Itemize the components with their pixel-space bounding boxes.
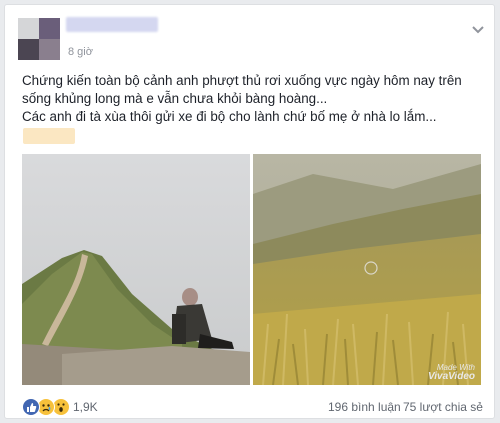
- author-name-redacted[interactable]: [66, 17, 158, 32]
- like-icon: [22, 398, 40, 416]
- avatar-pixel: [18, 18, 39, 39]
- avatar-pixel: [18, 39, 39, 60]
- video-watermark: Made With VivaVideo: [427, 363, 475, 382]
- post-photo-1[interactable]: [22, 154, 250, 385]
- avatar[interactable]: [18, 18, 60, 60]
- watermark-app-name: VivaVideo: [427, 371, 475, 382]
- post-timestamp[interactable]: 8 giờ: [68, 46, 93, 58]
- share-count-link[interactable]: 75 lượt chia sẻ: [403, 400, 483, 414]
- post-text: Chứng kiến toàn bộ cảnh anh phượt thủ rơ…: [22, 72, 484, 126]
- reaction-count[interactable]: 1,9K: [73, 400, 98, 414]
- redacted-tag: [23, 128, 75, 144]
- comment-count-link[interactable]: 196 bình luận: [328, 400, 401, 414]
- post-card: 8 giờ Chứng kiến toàn bộ cảnh anh phượt …: [4, 4, 495, 419]
- post-text-line: Chứng kiến toàn bộ cảnh anh phượt thủ rơ…: [22, 73, 462, 88]
- chevron-down-icon[interactable]: [472, 21, 484, 39]
- post-photo-2[interactable]: Made With VivaVideo: [253, 154, 481, 385]
- post-text-line: sống khủng long mà e vẫn chưa khỏi bàng …: [22, 91, 328, 106]
- avatar-pixel: [39, 39, 60, 60]
- post-text-line: Các anh đi tà xùa thôi gửi xe đi bộ cho …: [22, 109, 437, 124]
- avatar-pixel: [39, 18, 60, 39]
